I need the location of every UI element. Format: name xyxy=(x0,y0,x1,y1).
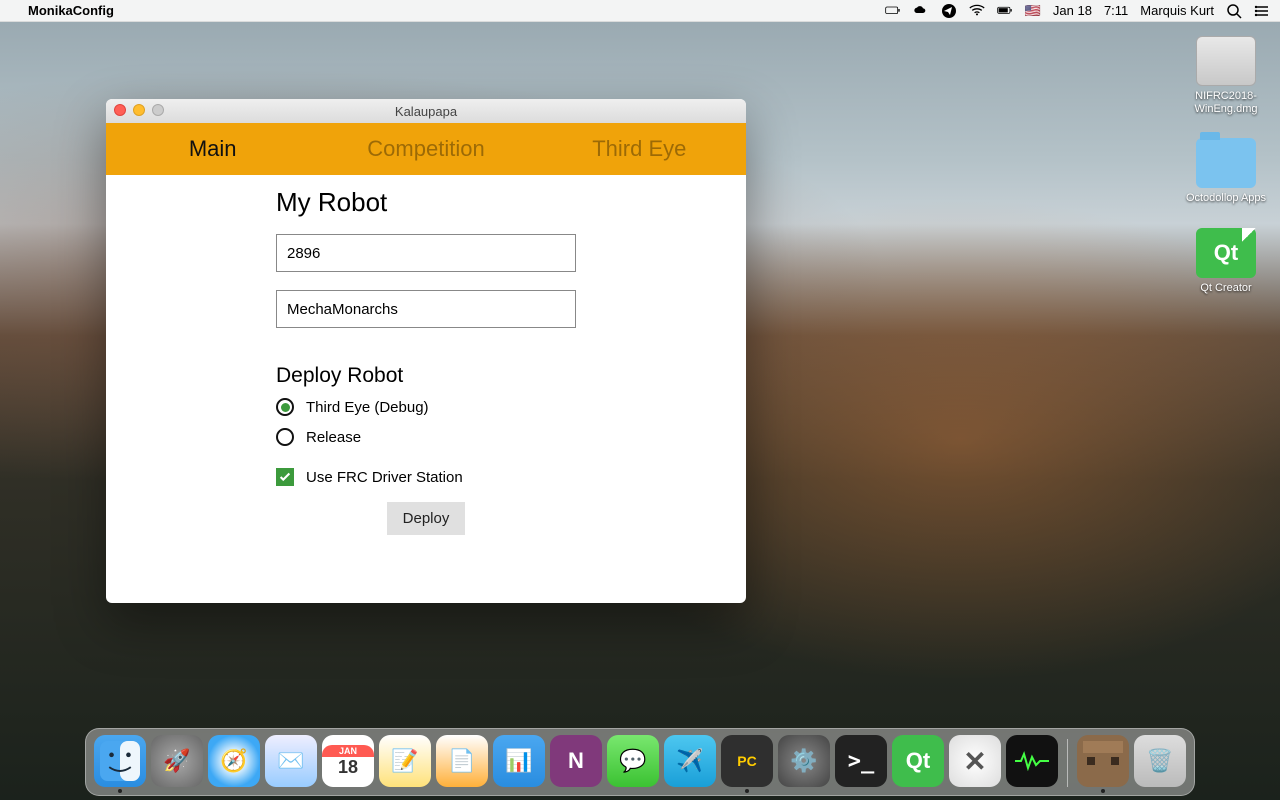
desktop-item-dmg[interactable]: NIFRC2018-WinEng.dmg xyxy=(1184,36,1268,116)
tab-competition[interactable]: Competition xyxy=(319,123,532,175)
radio-icon xyxy=(276,428,294,446)
dock-telegram-icon[interactable]: ✈️ xyxy=(664,735,716,787)
desktop-item-qtcreator[interactable]: Qt Qt Creator xyxy=(1184,228,1268,295)
dock-keynote-icon[interactable]: 📊 xyxy=(493,735,545,787)
menubar-app-name[interactable]: MonikaConfig xyxy=(28,3,114,18)
checkbox-label: Use FRC Driver Station xyxy=(306,469,463,486)
menubar-user[interactable]: Marquis Kurt xyxy=(1140,3,1214,18)
calendar-month-label: JAN xyxy=(322,745,374,757)
wifi-icon[interactable] xyxy=(969,3,985,19)
app-window: Kalaupapa Main Competition Third Eye My … xyxy=(106,99,746,603)
team-name-input[interactable] xyxy=(276,290,576,328)
radio-option-release[interactable]: Release xyxy=(276,428,576,446)
dock-terminal-icon[interactable]: >_ xyxy=(835,735,887,787)
section-heading-deploy: Deploy Robot xyxy=(276,364,576,388)
dock-qt-icon[interactable]: Qt xyxy=(892,735,944,787)
window-title: Kalaupapa xyxy=(395,104,457,119)
window-minimize-button[interactable] xyxy=(133,104,145,116)
desktop-item-label: Octodollop Apps xyxy=(1186,192,1266,205)
dock-notes-icon[interactable]: 📝 xyxy=(379,735,431,787)
battery-icon[interactable] xyxy=(997,3,1013,19)
dock-finder-icon[interactable] xyxy=(94,735,146,787)
main-panel: My Robot Deploy Robot Third Eye (Debug) … xyxy=(106,175,746,603)
calendar-day-label: 18 xyxy=(338,757,358,778)
dock-elcapitan-icon[interactable]: ✕ xyxy=(949,735,1001,787)
dock-mail-icon[interactable]: ✉️ xyxy=(265,735,317,787)
dock-activity-monitor-icon[interactable] xyxy=(1006,735,1058,787)
radio-label: Third Eye (Debug) xyxy=(306,399,429,416)
window-close-button[interactable] xyxy=(114,104,126,116)
spotlight-icon[interactable] xyxy=(1226,3,1242,19)
radio-label: Release xyxy=(306,429,361,446)
dock-onenote-icon[interactable]: N xyxy=(550,735,602,787)
tab-bar: Main Competition Third Eye xyxy=(106,123,746,175)
desktop-item-label: Qt Creator xyxy=(1200,282,1251,295)
dmg-icon xyxy=(1196,36,1256,86)
battery-card-icon[interactable] xyxy=(885,3,901,19)
dock-separator xyxy=(1067,739,1068,787)
dock-messages-icon[interactable]: 💬 xyxy=(607,735,659,787)
menubar-date[interactable]: Jan 18 xyxy=(1053,3,1092,18)
desktop-icons: NIFRC2018-WinEng.dmg Octodollop Apps Qt … xyxy=(1184,36,1268,295)
qt-icon: Qt xyxy=(1196,228,1256,278)
checkbox-icon xyxy=(276,468,294,486)
desktop-item-label: NIFRC2018-WinEng.dmg xyxy=(1184,90,1268,116)
macos-menubar: MonikaConfig 🇺🇸 Jan 18 7:11 Marquis Kurt xyxy=(0,0,1280,22)
checkbox-driver-station[interactable]: Use FRC Driver Station xyxy=(276,468,576,486)
tab-main[interactable]: Main xyxy=(106,123,319,175)
dock: 🚀 🧭 ✉️ JAN 18 📝 📄 📊 N 💬 ✈️ PC ⚙️ >_ Qt ✕… xyxy=(85,728,1195,796)
notification-center-icon[interactable] xyxy=(1254,3,1270,19)
input-flag-icon[interactable]: 🇺🇸 xyxy=(1025,3,1041,19)
desktop-item-folder[interactable]: Octodollop Apps xyxy=(1184,138,1268,205)
dock-minecraft-icon[interactable] xyxy=(1077,735,1129,787)
tab-third-eye[interactable]: Third Eye xyxy=(533,123,746,175)
location-icon[interactable] xyxy=(941,3,957,19)
dock-launchpad-icon[interactable]: 🚀 xyxy=(151,735,203,787)
radio-icon xyxy=(276,398,294,416)
dock-trash-icon[interactable]: 🗑️ xyxy=(1134,735,1186,787)
radio-option-debug[interactable]: Third Eye (Debug) xyxy=(276,398,576,416)
cloud-icon[interactable] xyxy=(913,3,929,19)
folder-icon xyxy=(1196,138,1256,188)
dock-safari-icon[interactable]: 🧭 xyxy=(208,735,260,787)
team-number-input[interactable] xyxy=(276,234,576,272)
dock-pages-icon[interactable]: 📄 xyxy=(436,735,488,787)
section-heading-my-robot: My Robot xyxy=(276,187,576,218)
menubar-time[interactable]: 7:11 xyxy=(1104,3,1128,18)
dock-pycharm-icon[interactable]: PC xyxy=(721,735,773,787)
window-maximize-button[interactable] xyxy=(152,104,164,116)
dock-system-preferences-icon[interactable]: ⚙️ xyxy=(778,735,830,787)
dock-calendar-icon[interactable]: JAN 18 xyxy=(322,735,374,787)
deploy-button[interactable]: Deploy xyxy=(387,502,466,535)
window-titlebar[interactable]: Kalaupapa xyxy=(106,99,746,123)
